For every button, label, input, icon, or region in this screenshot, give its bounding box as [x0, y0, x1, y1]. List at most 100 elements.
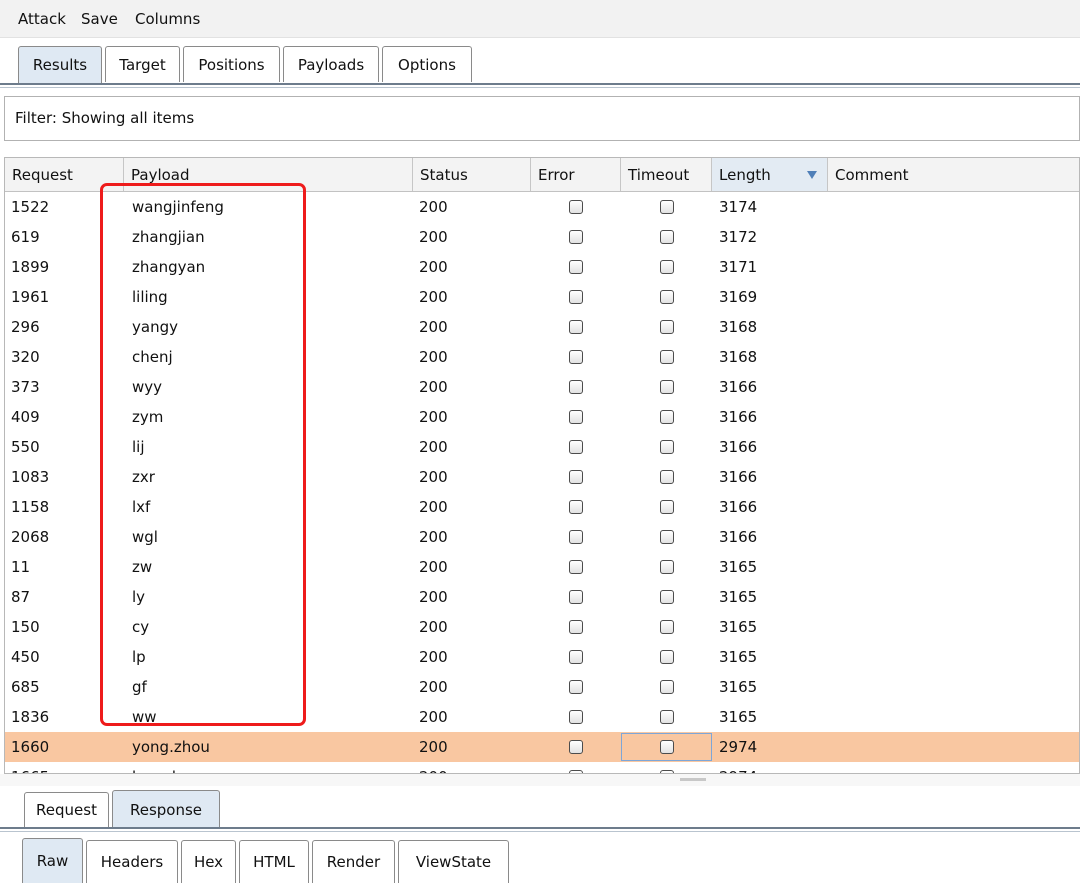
timeout-checkbox[interactable] [660, 470, 674, 484]
error-checkbox[interactable] [569, 260, 583, 274]
timeout-checkbox[interactable] [660, 350, 674, 364]
status-cell: 200 [419, 762, 448, 773]
length-cell: 3166 [719, 528, 758, 546]
error-checkbox[interactable] [569, 290, 583, 304]
status-cell: 200 [419, 288, 448, 306]
timeout-checkbox[interactable] [660, 590, 674, 604]
tab-target[interactable]: Target [105, 46, 180, 82]
error-checkbox[interactable] [569, 350, 583, 364]
length-cell: 2974 [719, 738, 758, 756]
length-cell: 3166 [719, 438, 758, 456]
splitter-handle[interactable] [680, 778, 706, 781]
timeout-checkbox[interactable] [660, 680, 674, 694]
menu-bar: Attack Save Columns [0, 0, 1080, 38]
length-cell: 3166 [719, 468, 758, 486]
tab-separator [0, 83, 1080, 85]
column-header-status[interactable]: Status [413, 158, 531, 191]
request-cell: 409 [11, 408, 40, 426]
status-cell: 200 [419, 468, 448, 486]
length-cell: 3166 [719, 378, 758, 396]
timeout-checkbox[interactable] [660, 200, 674, 214]
error-checkbox[interactable] [569, 590, 583, 604]
filter-bar[interactable]: Filter: Showing all items [4, 96, 1080, 141]
timeout-checkbox[interactable] [660, 560, 674, 574]
error-checkbox[interactable] [569, 710, 583, 724]
timeout-checkbox[interactable] [660, 320, 674, 334]
message-tab-separator [0, 827, 1080, 829]
tab-raw[interactable]: Raw [22, 838, 83, 883]
request-cell: 450 [11, 648, 40, 666]
length-cell: 3168 [719, 318, 758, 336]
error-checkbox[interactable] [569, 470, 583, 484]
timeout-checkbox[interactable] [660, 380, 674, 394]
request-cell: 550 [11, 438, 40, 456]
timeout-checkbox[interactable] [660, 260, 674, 274]
tab-payloads[interactable]: Payloads [283, 46, 379, 82]
request-cell: 2068 [11, 528, 50, 546]
tab-response[interactable]: Response [112, 790, 220, 828]
tab-request[interactable]: Request [24, 792, 109, 827]
error-checkbox[interactable] [569, 410, 583, 424]
tab-results[interactable]: Results [18, 46, 102, 83]
error-checkbox[interactable] [569, 320, 583, 334]
highlight-annotation [100, 183, 306, 726]
error-checkbox[interactable] [569, 620, 583, 634]
menu-save[interactable]: Save [81, 10, 118, 28]
error-checkbox[interactable] [569, 380, 583, 394]
request-cell: 373 [11, 378, 40, 396]
status-cell: 200 [419, 528, 448, 546]
length-cell: 3168 [719, 348, 758, 366]
message-tab-separator-line [0, 831, 1080, 832]
timeout-checkbox[interactable] [660, 290, 674, 304]
request-cell: 1836 [11, 708, 50, 726]
timeout-checkbox[interactable] [660, 500, 674, 514]
table-row[interactable]: 1660 yong.zhou 200 2974 [5, 732, 1079, 762]
tab-viewstate[interactable]: ViewState [398, 840, 509, 883]
length-cell: 3165 [719, 678, 758, 696]
error-checkbox[interactable] [569, 740, 583, 754]
error-checkbox[interactable] [569, 560, 583, 574]
status-cell: 200 [419, 588, 448, 606]
length-cell: 3172 [719, 228, 758, 246]
tab-headers[interactable]: Headers [86, 840, 178, 883]
length-cell: 2974 [719, 762, 757, 773]
error-checkbox[interactable] [569, 440, 583, 454]
tab-html[interactable]: HTML [239, 840, 309, 883]
timeout-checkbox[interactable] [660, 620, 674, 634]
status-cell: 200 [419, 618, 448, 636]
timeout-checkbox[interactable] [660, 710, 674, 724]
pane-splitter[interactable] [0, 774, 1080, 786]
tab-hex[interactable]: Hex [181, 840, 236, 883]
tab-options[interactable]: Options [382, 46, 472, 82]
status-cell: 200 [419, 678, 448, 696]
timeout-checkbox[interactable] [660, 740, 674, 754]
column-header-length[interactable]: Length [712, 158, 828, 191]
column-header-timeout[interactable]: Timeout [621, 158, 712, 191]
status-cell: 200 [419, 318, 448, 336]
error-checkbox[interactable] [569, 680, 583, 694]
tab-positions[interactable]: Positions [183, 46, 280, 82]
error-checkbox[interactable] [569, 530, 583, 544]
payload-cell: kun.zhang [132, 762, 210, 773]
status-cell: 200 [419, 408, 448, 426]
table-row[interactable]: 1665 kun.zhang 200 2974 [5, 762, 1079, 773]
error-checkbox[interactable] [569, 200, 583, 214]
request-cell: 1899 [11, 258, 50, 276]
timeout-checkbox[interactable] [660, 650, 674, 664]
menu-attack[interactable]: Attack [18, 10, 66, 28]
column-header-comment[interactable]: Comment [828, 158, 1079, 191]
length-cell: 3166 [719, 498, 758, 516]
menu-columns[interactable]: Columns [135, 10, 200, 28]
error-checkbox[interactable] [569, 650, 583, 664]
timeout-checkbox[interactable] [660, 230, 674, 244]
error-checkbox[interactable] [569, 230, 583, 244]
timeout-checkbox[interactable] [660, 440, 674, 454]
column-header-error[interactable]: Error [531, 158, 621, 191]
request-cell: 150 [11, 618, 40, 636]
request-cell: 1158 [11, 498, 50, 516]
timeout-checkbox[interactable] [660, 410, 674, 424]
error-checkbox[interactable] [569, 500, 583, 514]
length-cell: 3165 [719, 588, 758, 606]
timeout-checkbox[interactable] [660, 530, 674, 544]
tab-render[interactable]: Render [312, 840, 395, 883]
